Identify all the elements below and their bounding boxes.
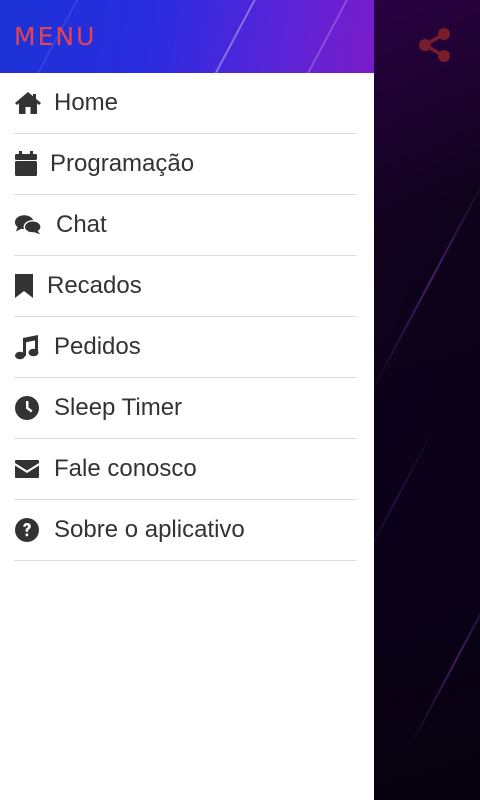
share-button[interactable]	[416, 27, 454, 68]
chat-bubbles-icon	[14, 211, 42, 239]
music-note-icon	[14, 333, 42, 361]
app-screen: MENU Home Programação Chat Recados Pedid…	[0, 0, 480, 800]
menu-item-label: Recados	[47, 272, 142, 299]
menu-item-label: Sobre o aplicativo	[54, 516, 245, 543]
background-streak	[369, 164, 480, 396]
menu-item-sobre[interactable]: Sobre o aplicativo	[14, 500, 357, 561]
background-streak	[408, 571, 480, 749]
menu-item-sleep-timer[interactable]: Sleep Timer	[14, 378, 357, 439]
drawer-header: MENU	[0, 0, 374, 73]
share-icon	[418, 27, 452, 68]
menu-item-chat[interactable]: Chat	[14, 195, 357, 256]
question-circle-icon	[14, 516, 42, 544]
envelope-icon	[14, 455, 42, 483]
drawer-title: MENU	[14, 22, 97, 51]
calendar-icon	[14, 150, 42, 178]
menu-item-recados[interactable]: Recados	[14, 256, 357, 317]
menu-item-label: Fale conosco	[54, 455, 197, 482]
navigation-drawer: MENU Home Programação Chat Recados Pedid…	[0, 0, 374, 800]
clock-icon	[14, 394, 42, 422]
header-light-streak	[301, 0, 361, 73]
menu-item-pedidos[interactable]: Pedidos	[14, 317, 357, 378]
menu-item-home[interactable]: Home	[14, 73, 357, 134]
menu-item-label: Chat	[56, 211, 107, 238]
home-icon	[14, 89, 42, 117]
menu-item-programacao[interactable]: Programação	[14, 134, 357, 195]
bookmark-icon	[14, 272, 42, 300]
menu-item-label: Programação	[50, 150, 195, 177]
header-light-streak	[209, 0, 263, 73]
menu-item-label: Home	[54, 89, 119, 116]
menu-item-label: Sleep Timer	[54, 394, 183, 421]
menu-item-label: Pedidos	[54, 333, 141, 360]
drawer-menu: Home Programação Chat Recados Pedidos Sl…	[0, 73, 374, 561]
menu-item-fale-conosco[interactable]: Fale conosco	[14, 439, 357, 500]
